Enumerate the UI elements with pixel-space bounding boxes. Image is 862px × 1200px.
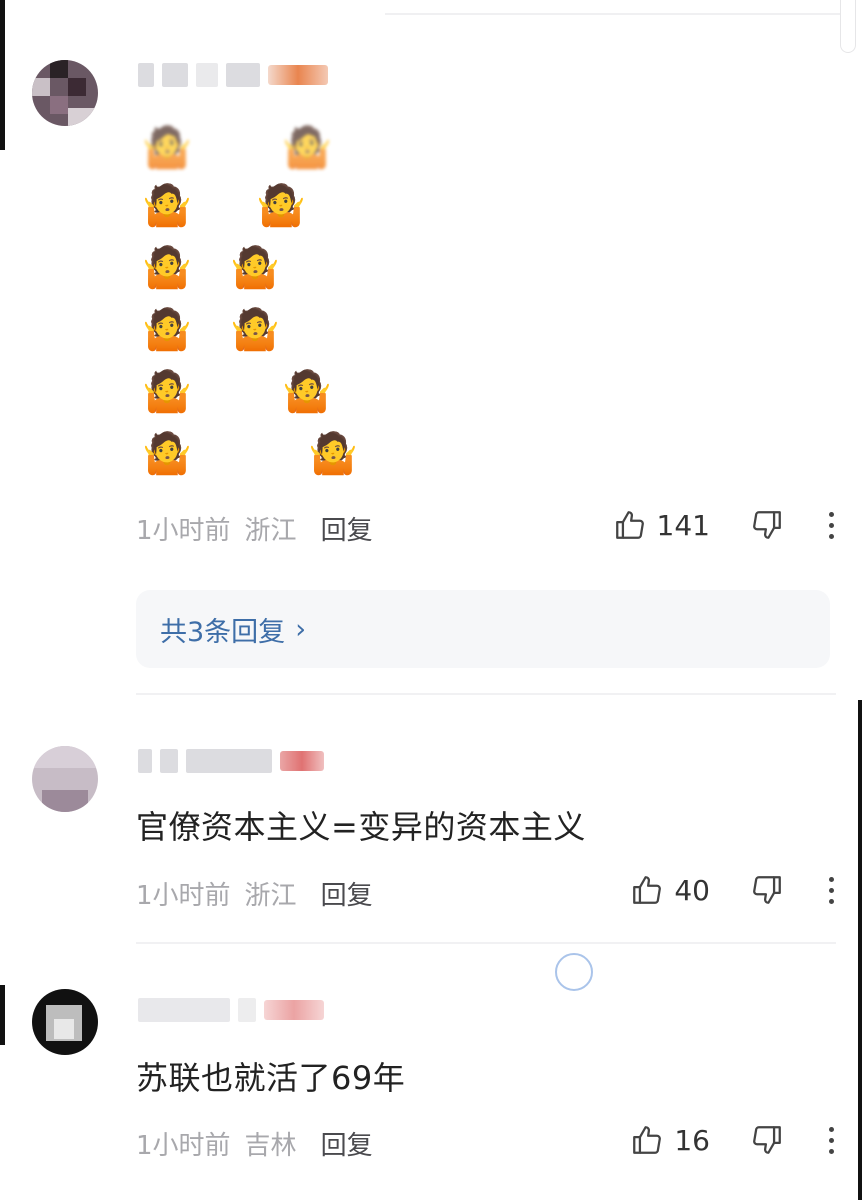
comment-divider xyxy=(136,942,836,944)
comment-meta: 1小时前 吉林 回复 xyxy=(136,1125,373,1162)
shrug-emoji: 🤷 xyxy=(230,245,280,291)
thumbs-up-icon xyxy=(633,876,662,904)
like-button[interactable]: 141 xyxy=(613,508,710,542)
shrug-emoji: 🤷 xyxy=(142,369,192,415)
more-vertical-icon[interactable] xyxy=(824,511,838,539)
comment-time: 1小时前 xyxy=(136,516,231,546)
like-count: 16 xyxy=(674,1123,710,1157)
avatar[interactable] xyxy=(32,746,98,812)
replies-count-label: 共3条回复 xyxy=(160,616,286,648)
shrug-emoji: 🤷 xyxy=(308,431,358,477)
more-vertical-icon[interactable] xyxy=(824,876,838,904)
comment-region: 吉林 xyxy=(244,1131,297,1161)
shrug-emoji: 🤷 xyxy=(230,307,280,353)
view-replies-button[interactable]: 共3条回复 › xyxy=(136,590,830,668)
username-blurred[interactable] xyxy=(138,58,328,92)
level-badge xyxy=(280,751,324,771)
comment-actions: 141 xyxy=(613,508,838,542)
comment-meta: 1小时前 浙江 回复 xyxy=(136,510,373,547)
avatar[interactable] xyxy=(32,989,98,1055)
comment-divider xyxy=(136,693,836,695)
like-button[interactable]: 16 xyxy=(630,1123,710,1157)
more-vertical-icon[interactable] xyxy=(824,1126,838,1154)
comment-item: 官僚资本主义=变异的资本主义 1小时前 浙江 回复 40 xyxy=(0,700,862,945)
comment-actions: 40 xyxy=(630,873,838,907)
comment-region: 浙江 xyxy=(244,516,297,546)
username-blurred[interactable] xyxy=(138,744,324,778)
thumbs-down-icon[interactable] xyxy=(750,1123,784,1157)
like-count: 40 xyxy=(674,873,710,907)
thumbs-down-icon[interactable] xyxy=(750,508,784,542)
shrug-emoji: 🤷 xyxy=(142,125,192,171)
shrug-emoji: 🤷 xyxy=(282,125,332,171)
comment-item: 苏联也就活了69年 1小时前 吉林 回复 16 xyxy=(0,945,862,1200)
comment-actions: 16 xyxy=(630,1123,838,1157)
username-blurred[interactable] xyxy=(138,993,324,1027)
avatar[interactable] xyxy=(32,60,98,126)
shrug-emoji: 🤷 xyxy=(142,245,192,291)
reply-button[interactable]: 回复 xyxy=(321,875,373,912)
level-badge xyxy=(268,65,328,85)
comment-emoji-body: 🤷 🤷 🤷 🤷 🤷 🤷 🤷 🤷 🤷 🤷 🤷 🤷 xyxy=(136,118,396,478)
shrug-emoji: 🤷 xyxy=(282,369,332,415)
reply-button[interactable]: 回复 xyxy=(321,1125,373,1162)
like-button[interactable]: 40 xyxy=(630,873,710,907)
comment-region: 浙江 xyxy=(244,881,297,911)
comment-item: 🤷 🤷 🤷 🤷 🤷 🤷 🤷 🤷 🤷 🤷 🤷 🤷 1小时前 浙江 回复 141 共… xyxy=(0,0,862,700)
comment-text: 官僚资本主义=变异的资本主义 xyxy=(136,808,586,846)
chevron-right-icon: › xyxy=(295,613,306,645)
comment-time: 1小时前 xyxy=(136,881,231,911)
thumbs-down-icon[interactable] xyxy=(750,873,784,907)
like-count: 141 xyxy=(656,508,710,542)
comment-text: 苏联也就活了69年 xyxy=(136,1059,406,1097)
shrug-emoji: 🤷 xyxy=(256,183,306,229)
comment-time: 1小时前 xyxy=(136,1131,231,1161)
level-badge xyxy=(264,1000,324,1020)
thumbs-up-icon xyxy=(615,511,644,539)
thumbs-up-icon xyxy=(633,1126,662,1154)
reply-button[interactable]: 回复 xyxy=(321,510,373,547)
comment-meta: 1小时前 浙江 回复 xyxy=(136,875,373,912)
shrug-emoji: 🤷 xyxy=(142,183,192,229)
shrug-emoji: 🤷 xyxy=(142,431,192,477)
shrug-emoji: 🤷 xyxy=(142,307,192,353)
